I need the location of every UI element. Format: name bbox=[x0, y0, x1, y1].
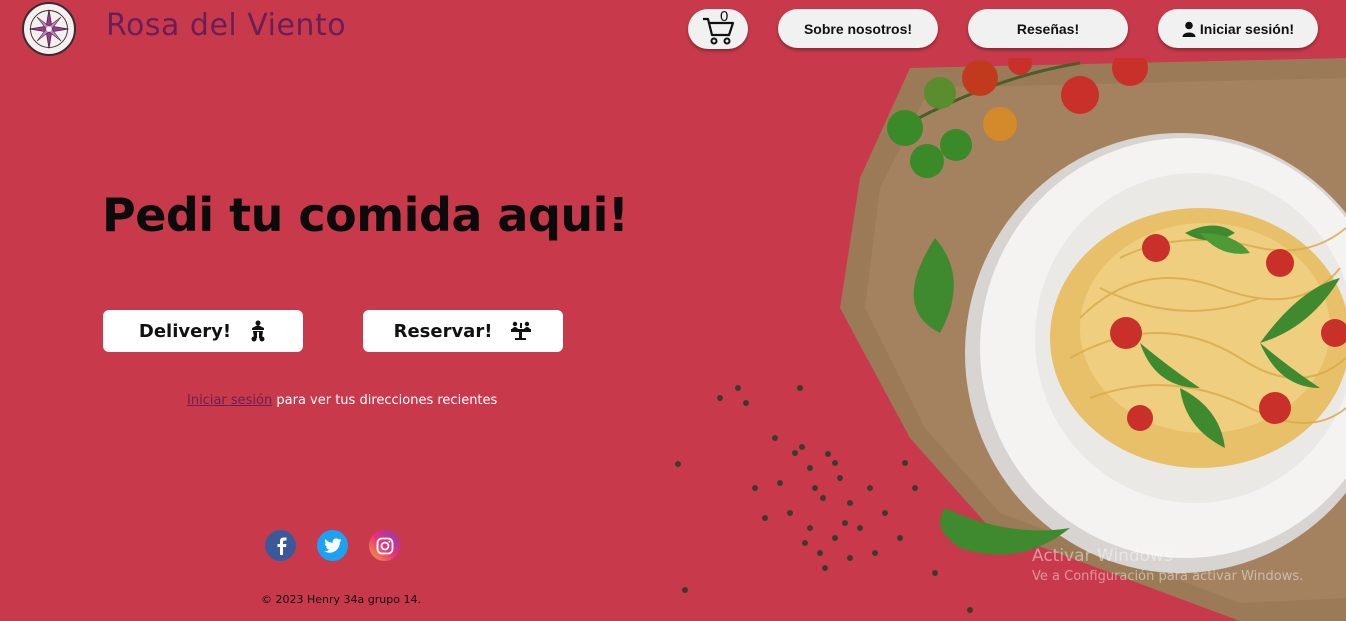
login-link[interactable]: Iniciar sesión bbox=[187, 393, 272, 408]
scooter-icon bbox=[251, 320, 265, 342]
reviews-button[interactable]: Reseñas! bbox=[968, 9, 1128, 48]
shopping-cart-icon bbox=[703, 17, 735, 45]
pasta-dish-image bbox=[675, 58, 1346, 621]
user-icon bbox=[1182, 21, 1196, 37]
compass-rose-icon bbox=[29, 9, 69, 49]
dining-table-icon bbox=[511, 321, 532, 340]
reserve-button[interactable]: Reservar! bbox=[363, 310, 563, 352]
login-button[interactable]: Iniciar sesión! bbox=[1158, 9, 1318, 48]
watermark-title: Activar Windows bbox=[1032, 546, 1173, 566]
cart-button[interactable]: 0 bbox=[688, 8, 748, 49]
facebook-icon[interactable] bbox=[265, 530, 296, 561]
instagram-icon[interactable] bbox=[369, 530, 400, 561]
reserve-button-label: Reservar! bbox=[393, 320, 493, 342]
login-hint-text: para ver tus direcciones recientes bbox=[272, 393, 498, 408]
login-button-label: Iniciar sesión! bbox=[1199, 20, 1295, 37]
brand-title[interactable]: Rosa del Viento bbox=[106, 8, 346, 43]
copyright-text: © 2023 Henry 34a grupo 14. bbox=[261, 593, 421, 606]
twitter-icon[interactable] bbox=[317, 530, 348, 561]
cart-count-badge: 0 bbox=[720, 8, 729, 25]
about-us-button[interactable]: Sobre nosotros! bbox=[778, 9, 938, 48]
windows-activation-watermark: Activar Windows Ve a Configuración para … bbox=[1032, 546, 1303, 584]
delivery-button-label: Delivery! bbox=[138, 320, 232, 342]
login-hint: Iniciar sesión para ver tus direcciones … bbox=[187, 393, 497, 408]
logo[interactable] bbox=[22, 2, 76, 56]
watermark-subtitle: Ve a Configuración para activar Windows. bbox=[1032, 569, 1304, 584]
hero-title: Pedi tu comida aqui! bbox=[102, 188, 629, 242]
delivery-button[interactable]: Delivery! bbox=[103, 310, 303, 352]
